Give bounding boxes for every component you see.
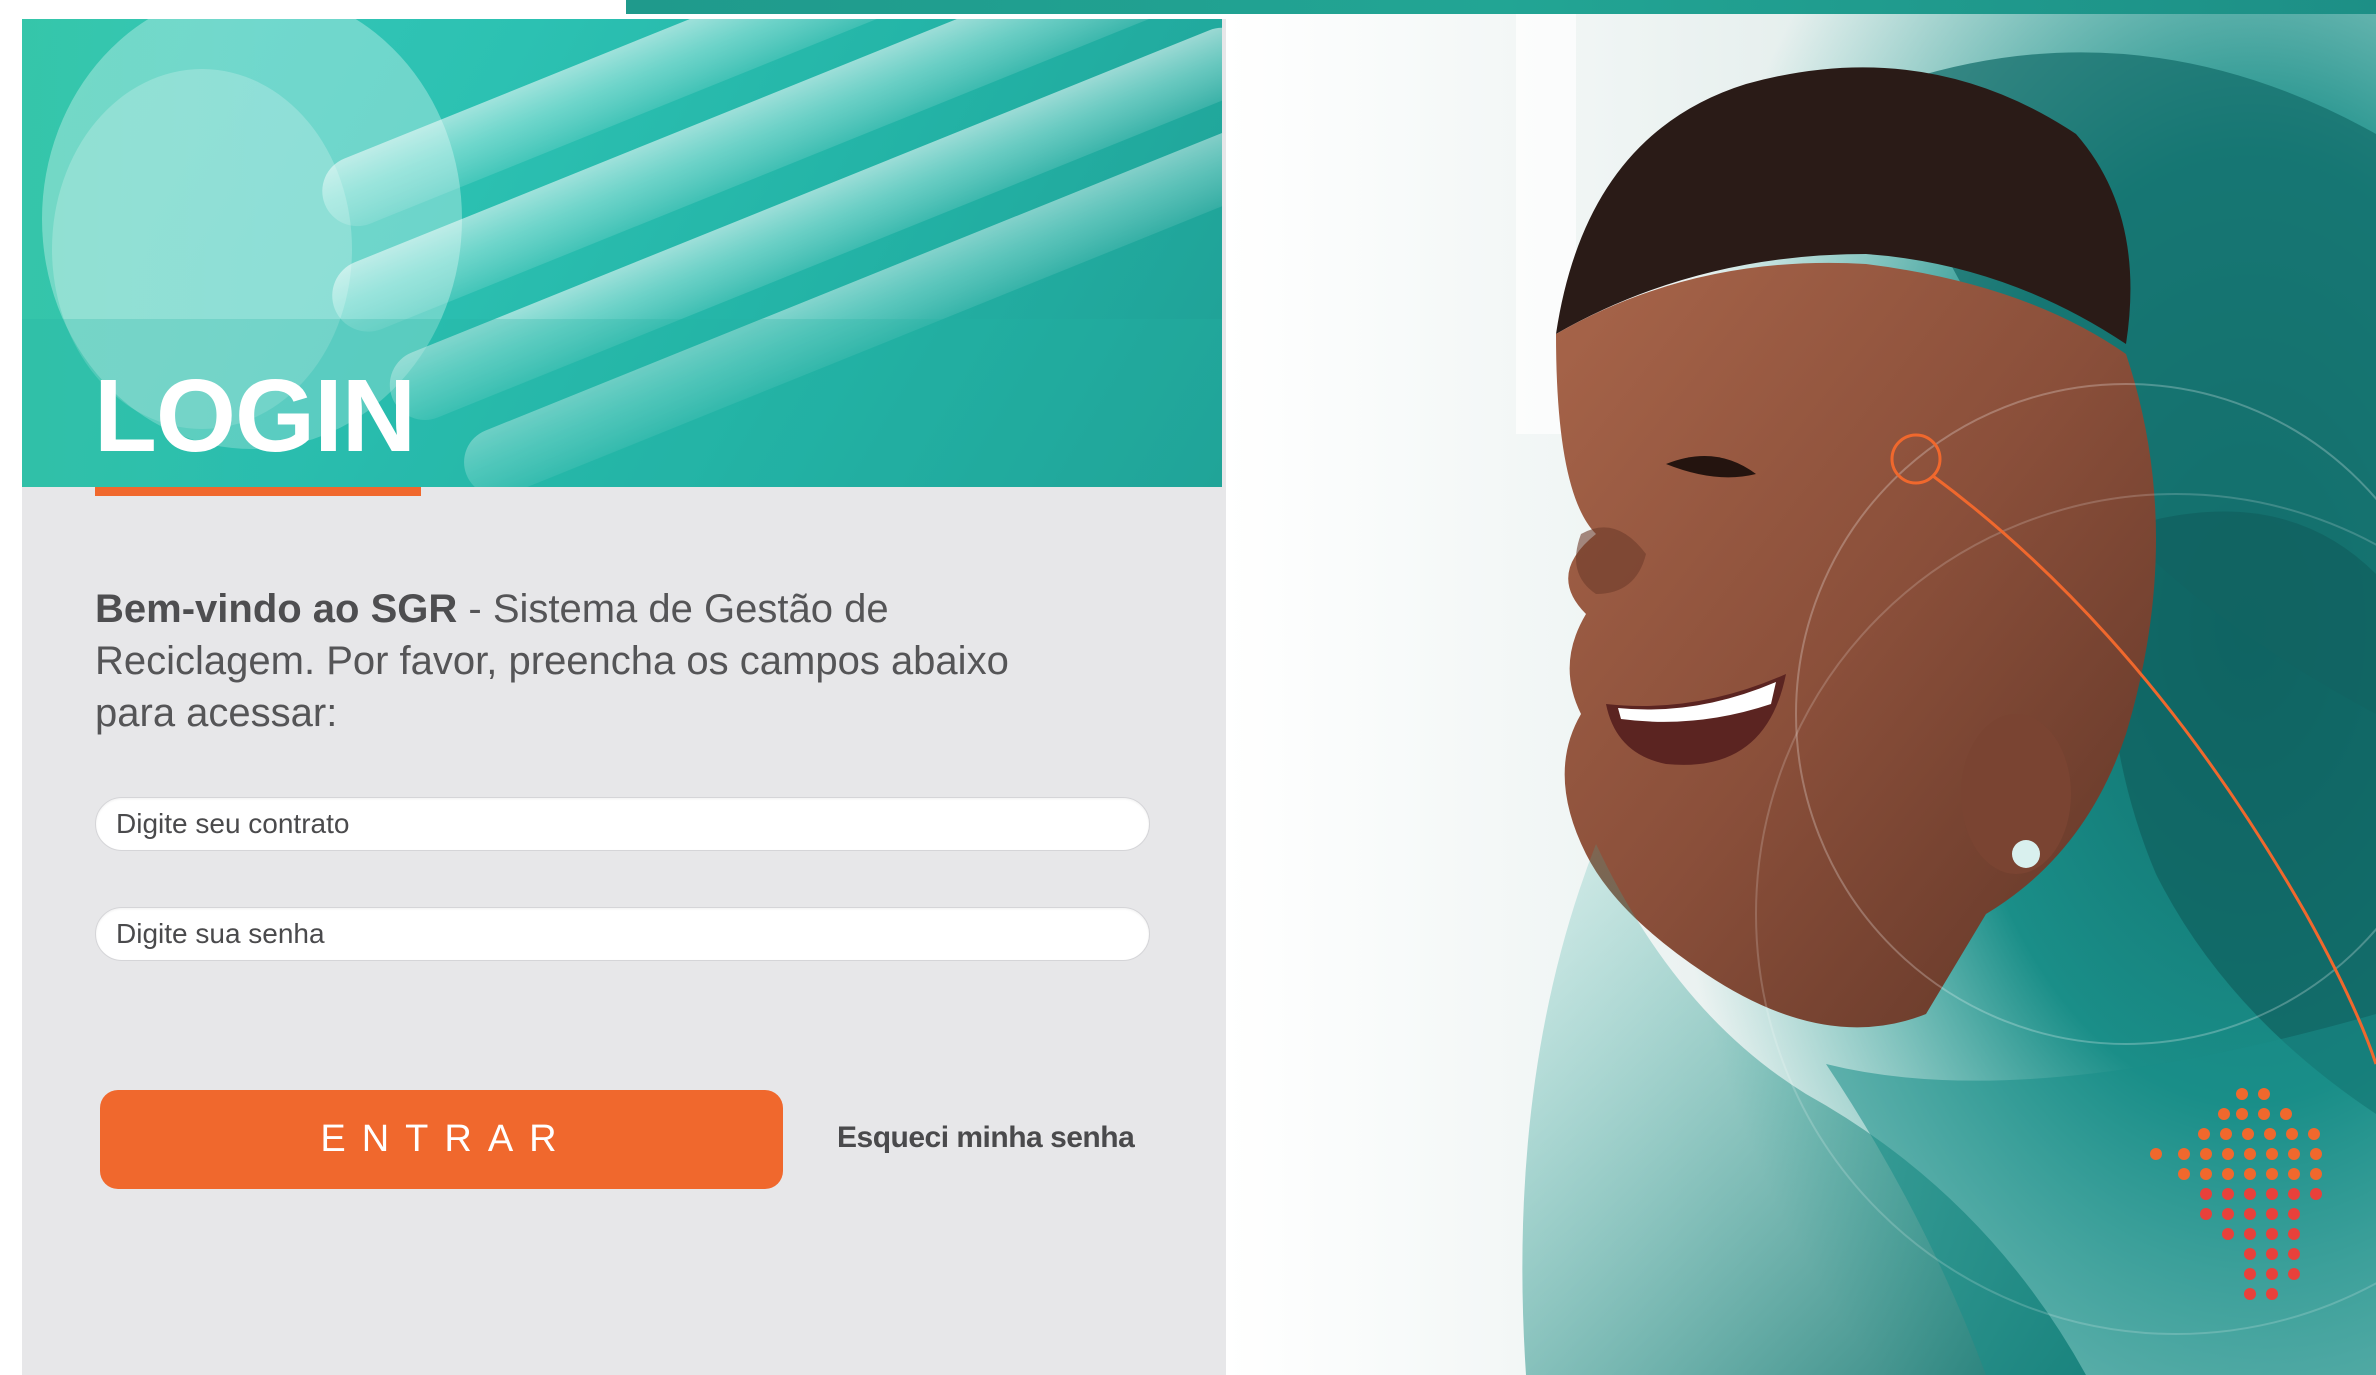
welcome-system-name: Bem-vindo ao SGR [95, 587, 458, 631]
title-underline [95, 487, 421, 496]
welcome-text: Bem-vindo ao SGR - Sistema de Gestão de … [95, 583, 1035, 739]
login-title: LOGIN [94, 358, 416, 473]
login-hero-banner: LOGIN [22, 19, 1222, 487]
login-page: LOGIN Bem-vindo ao SGR - Sistema de Gest… [0, 0, 2376, 1375]
enter-button[interactable]: ENTRAR [100, 1090, 783, 1189]
password-input[interactable] [96, 908, 1149, 960]
dotted-logo-icon [2150, 1088, 2322, 1300]
forgot-password-link[interactable]: Esqueci minha senha [837, 1121, 1135, 1155]
side-photo [1226, 14, 2376, 1375]
contract-field [95, 797, 1150, 851]
contract-input[interactable] [96, 798, 1149, 850]
password-field [95, 907, 1150, 961]
top-accent-bar [626, 0, 2376, 14]
login-panel: LOGIN Bem-vindo ao SGR - Sistema de Gest… [22, 19, 1226, 1375]
